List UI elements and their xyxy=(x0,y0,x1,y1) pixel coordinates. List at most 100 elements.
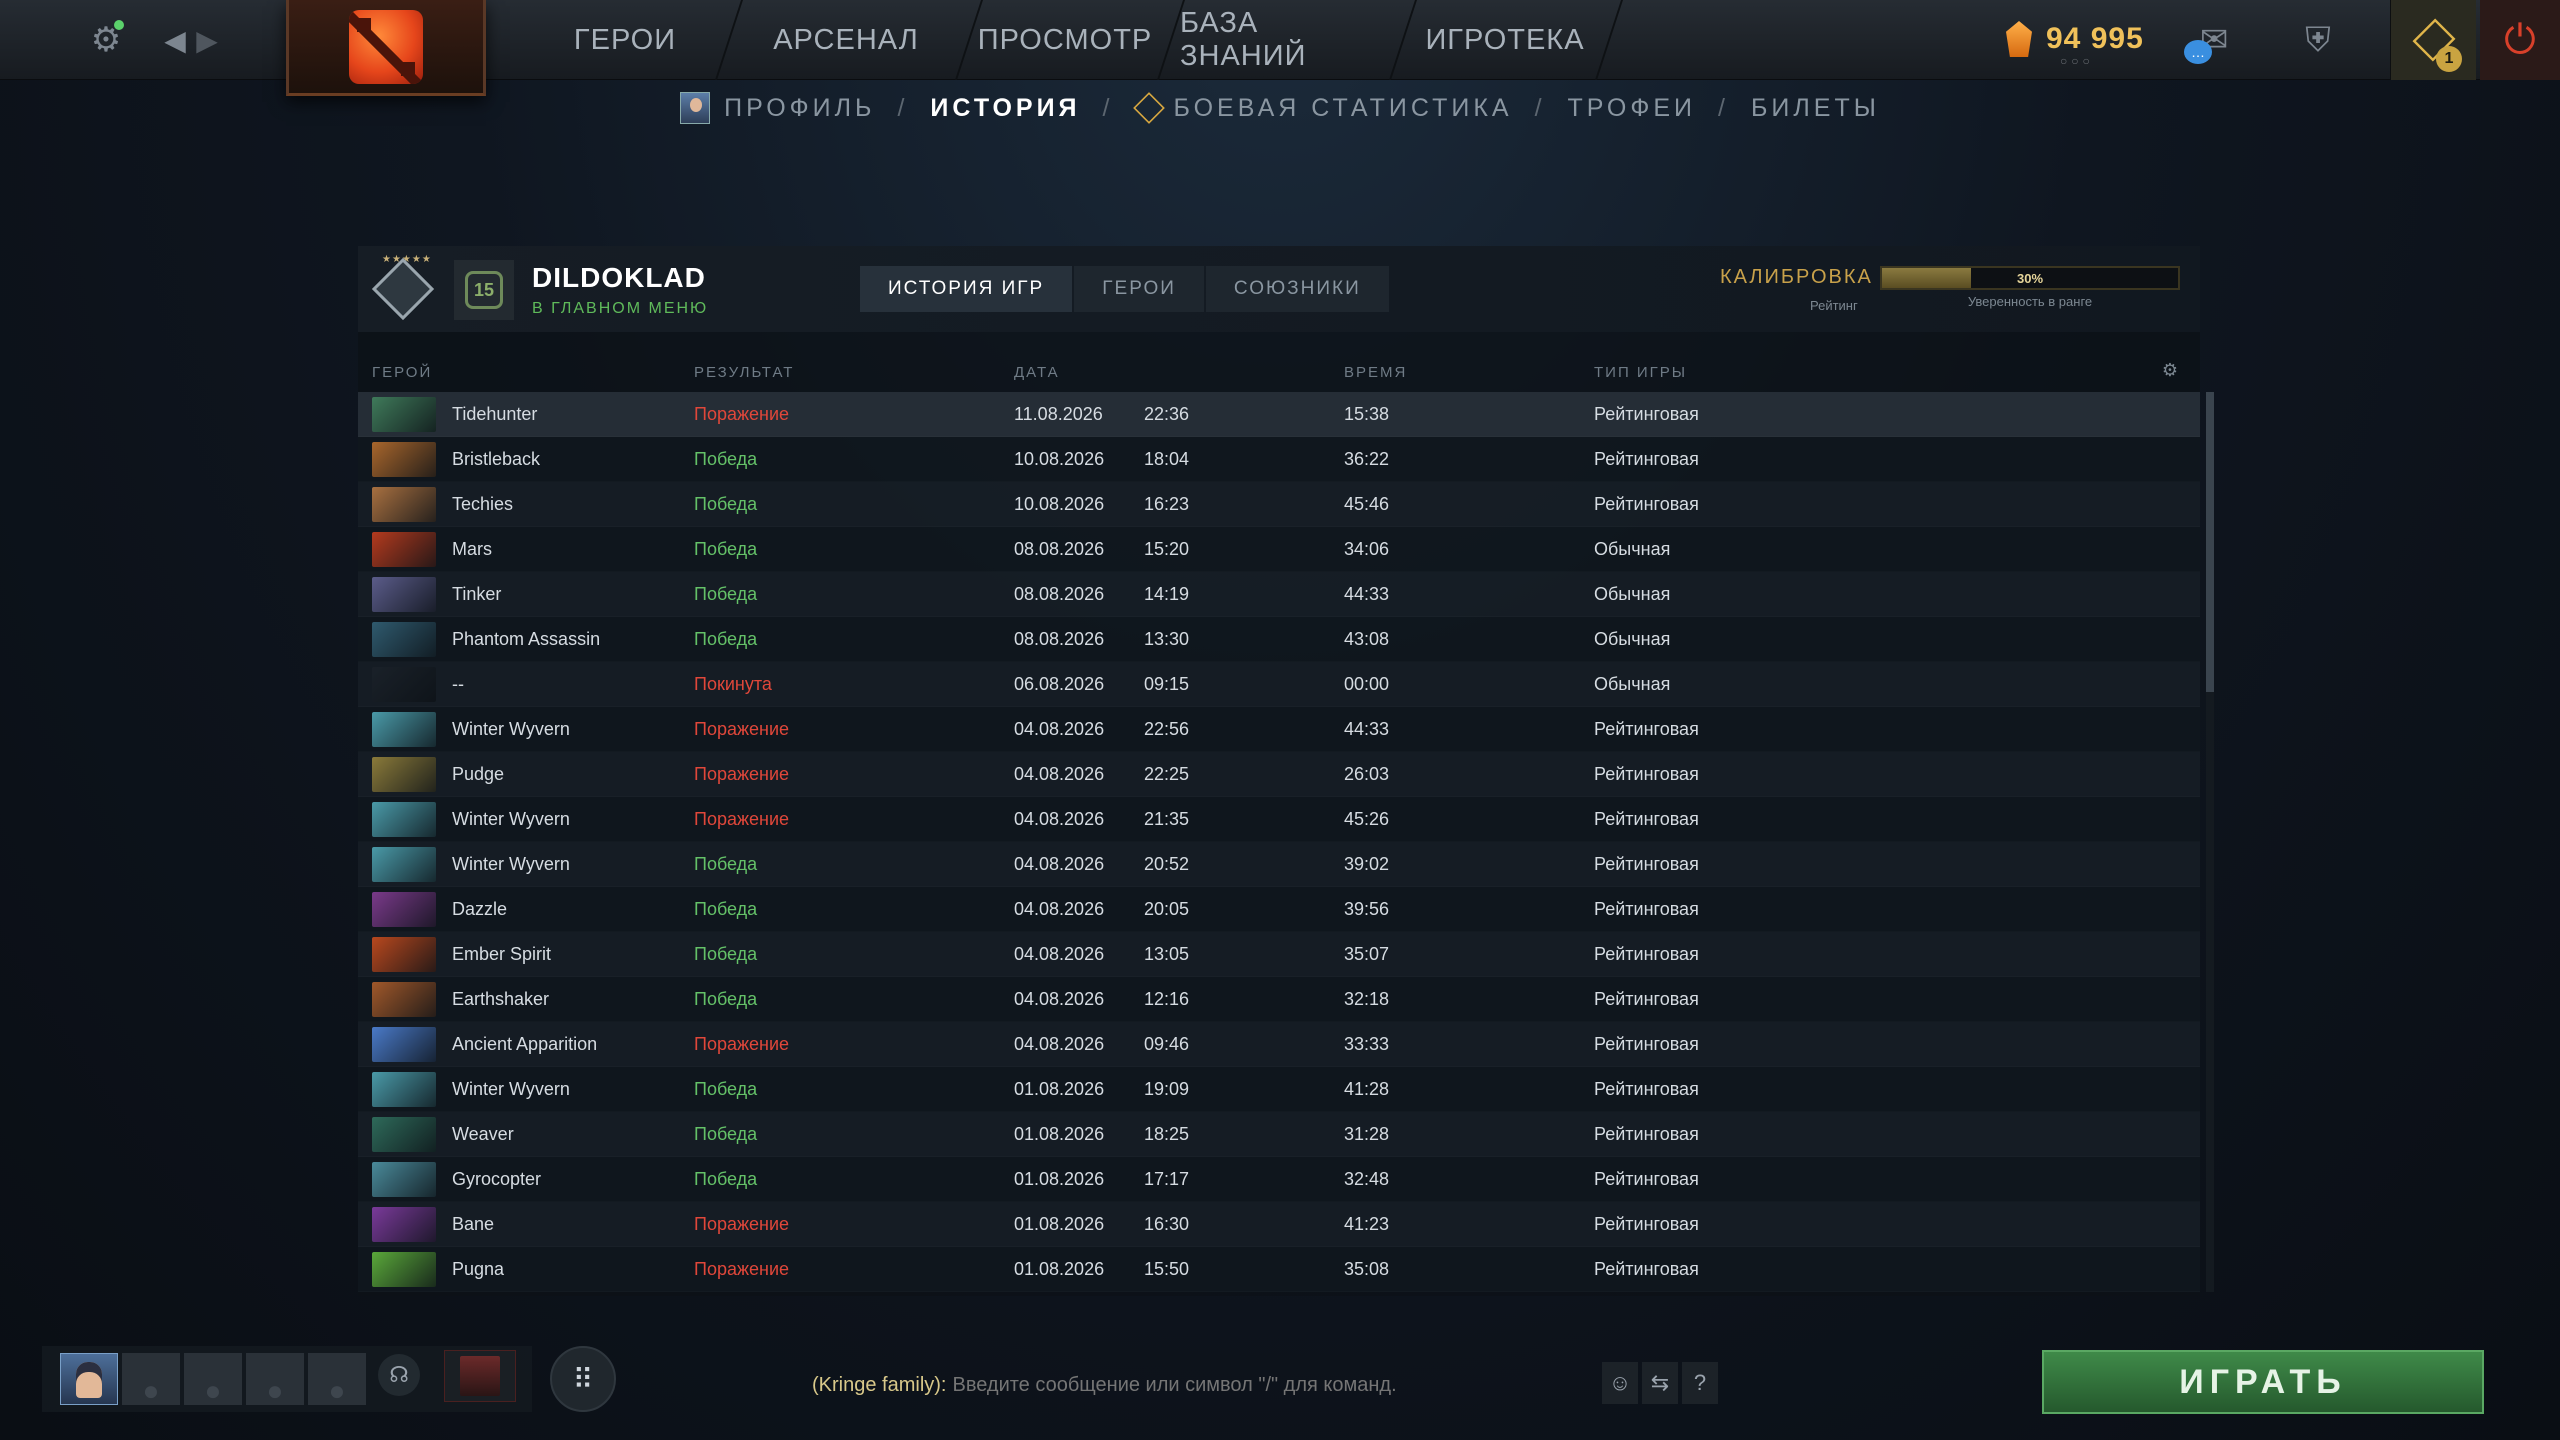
table-row[interactable]: Ancient Apparition Поражение 04.08.2026 09:… xyxy=(358,1022,2200,1067)
nav-arcade[interactable]: ИГРОТЕКА xyxy=(1412,0,1598,80)
nav-arsenal[interactable]: АРСЕНАЛ xyxy=(740,0,952,80)
subnav-tickets[interactable]: БИЛЕТЫ xyxy=(1751,94,1880,123)
table-row[interactable]: Pugna Поражение 01.08.2026 15:50 35:08 Рейтин… xyxy=(358,1247,2200,1292)
table-row[interactable]: Gyrocopter Победа 01.08.2026 17:17 32:48 Рейт… xyxy=(358,1157,2200,1202)
chat-channel-label[interactable]: (Kringe family): xyxy=(812,1374,946,1397)
hero-name: Gyrocopter xyxy=(452,1169,542,1189)
hero-portrait xyxy=(372,622,436,657)
player-name[interactable]: DILDOKLAD xyxy=(532,262,706,294)
table-settings-gear-icon[interactable]: ⚙ xyxy=(2162,360,2180,381)
help-icon[interactable]: ? xyxy=(1682,1362,1718,1404)
tab-heroes[interactable]: ГЕРОИ xyxy=(1074,266,1204,312)
header-game-type[interactable]: ТИП ИГРЫ xyxy=(1594,364,1687,381)
table-row[interactable]: Tinker Победа 08.08.2026 14:19 44:33 Обычная xyxy=(358,572,2200,617)
party-slot-empty[interactable]: ● xyxy=(246,1353,304,1405)
match-result: Победа xyxy=(694,1079,758,1099)
game-type: Рейтинговая xyxy=(1594,1079,1699,1099)
party-slot-empty[interactable]: ● xyxy=(184,1353,242,1405)
history-tabs: ИСТОРИЯ ИГР ГЕРОИ СОЮЗНИКИ xyxy=(860,266,1391,312)
table-row[interactable]: Dazzle Победа 04.08.2026 20:05 39:56 Рейтинго… xyxy=(358,887,2200,932)
hero-name: Dazzle xyxy=(452,899,508,919)
table-row[interactable]: Phantom Assassin Победа 08.08.2026 13:30 43:… xyxy=(358,617,2200,662)
table-row[interactable]: Bane Поражение 01.08.2026 16:30 41:23 Рейтинг… xyxy=(358,1202,2200,1247)
level-badge[interactable]: 15 xyxy=(454,260,514,320)
subnav-profile[interactable]: ПРОФИЛЬ xyxy=(680,92,875,124)
chat-input[interactable] xyxy=(952,1373,1603,1397)
scrollbar[interactable] xyxy=(2206,392,2214,1292)
hero-name: Tidehunter xyxy=(452,404,538,424)
table-row[interactable]: Earthshaker Победа 04.08.2026 12:16 32:18 Рей… xyxy=(358,977,2200,1022)
person-icon: ● xyxy=(328,1375,346,1406)
game-type: Рейтинговая xyxy=(1594,899,1699,919)
match-result: Поражение xyxy=(694,404,790,424)
match-start-time: 15:50 xyxy=(1144,1259,1190,1279)
scrollbar-thumb[interactable] xyxy=(2206,392,2214,692)
game-type: Обычная xyxy=(1594,674,1671,694)
header-duration[interactable]: ВРЕМЯ xyxy=(1344,364,1407,381)
table-row[interactable]: -- Покинута 06.08.2026 09:15 00:00 Обычная xyxy=(358,662,2200,707)
hero-name: Pugna xyxy=(452,1259,505,1279)
hero-portrait xyxy=(372,577,436,612)
tab-allies[interactable]: СОЮЗНИКИ xyxy=(1205,266,1389,312)
hero-portrait xyxy=(372,1072,436,1107)
emoji-icon[interactable]: ☺ xyxy=(1602,1362,1638,1404)
table-row[interactable]: Techies Победа 10.08.2026 16:23 45:46 Рейтинг… xyxy=(358,482,2200,527)
match-result: Поражение xyxy=(694,764,790,784)
rank-medal-icon[interactable]: ★★★★★ xyxy=(368,254,438,324)
header-result[interactable]: РЕЗУЛЬТАТ xyxy=(694,364,794,381)
settings-gear-icon[interactable]: ⚙ xyxy=(78,0,134,80)
game-type: Рейтинговая xyxy=(1594,494,1699,514)
quest-button[interactable]: 1 xyxy=(2390,0,2476,80)
subnav-history-label: ИСТОРИЯ xyxy=(930,93,1081,122)
person-icon: ● xyxy=(266,1375,284,1406)
header-hero[interactable]: ГЕРОЙ xyxy=(372,364,432,381)
hero-name: Ancient Apparition xyxy=(452,1034,598,1054)
nav-heroes[interactable]: ГЕРОИ xyxy=(540,0,710,80)
match-date: 04.08.2026 xyxy=(1014,719,1105,739)
table-row[interactable]: Winter Wyvern Поражение 04.08.2026 22:56 44:… xyxy=(358,707,2200,752)
match-duration: 32:18 xyxy=(1344,989,1390,1009)
chat-wheel-icon[interactable]: ⇆ xyxy=(1642,1362,1678,1404)
subnav-trophies[interactable]: ТРОФЕИ xyxy=(1568,94,1697,123)
forward-arrow-icon[interactable]: ▶ xyxy=(192,0,222,80)
chat-bubble-icon[interactable]: … xyxy=(2184,40,2212,64)
match-start-time: 09:15 xyxy=(1144,674,1190,694)
play-button[interactable]: ИГРАТЬ xyxy=(2042,1350,2484,1414)
table-row[interactable]: Tidehunter Поражение 11.08.2026 22:36 15:38 Р… xyxy=(358,392,2200,437)
match-duration: 15:38 xyxy=(1344,404,1390,424)
table-row[interactable]: Winter Wyvern Победа 01.08.2026 19:09 41:28 Р… xyxy=(358,1067,2200,1112)
match-date: 04.08.2026 xyxy=(1014,1034,1105,1054)
hero-name: Winter Wyvern xyxy=(452,809,570,829)
table-row[interactable]: Mars Победа 08.08.2026 15:20 34:06 Обычная xyxy=(358,527,2200,572)
header-date[interactable]: ДАТА xyxy=(1014,364,1060,381)
calibration-label: КАЛИБРОВКА xyxy=(1720,266,1873,288)
match-duration: 34:06 xyxy=(1344,539,1390,559)
table-row[interactable]: Weaver Победа 01.08.2026 18:25 31:28 Рейтинго… xyxy=(358,1112,2200,1157)
power-icon[interactable]: ⏻ xyxy=(2480,0,2560,80)
match-duration: 31:28 xyxy=(1344,1124,1390,1144)
table-row[interactable]: Winter Wyvern Поражение 04.08.2026 21:35 45:… xyxy=(358,797,2200,842)
match-date: 01.08.2026 xyxy=(1014,1124,1105,1144)
table-row[interactable]: Ember Spirit Победа 04.08.2026 13:05 35:07 Ре… xyxy=(358,932,2200,977)
hero-name: Winter Wyvern xyxy=(452,1079,570,1099)
nav-watch[interactable]: ПРОСМОТР xyxy=(978,0,1152,80)
shards-display[interactable]: 94 995 ○○○ xyxy=(2006,14,2144,68)
table-row[interactable]: Bristleback Победа 10.08.2026 18:04 36:22 Рей… xyxy=(358,437,2200,482)
back-arrow-icon[interactable]: ◀ xyxy=(160,0,190,80)
tab-match-history[interactable]: ИСТОРИЯ ИГР xyxy=(860,266,1073,312)
shield-icon[interactable]: ⛨ xyxy=(2290,0,2346,80)
match-duration: 41:23 xyxy=(1344,1214,1390,1234)
event-portrait-button[interactable] xyxy=(444,1350,516,1402)
nav-knowledge-base[interactable]: БАЗА ЗНАНИЙ xyxy=(1180,0,1390,80)
groups-icon[interactable]: ⠿ xyxy=(550,1346,616,1412)
table-row[interactable]: Winter Wyvern Победа 04.08.2026 20:52 39:02 Р… xyxy=(358,842,2200,887)
party-slot-empty[interactable]: ● xyxy=(122,1353,180,1405)
table-row[interactable]: Pudge Поражение 04.08.2026 22:25 26:03 Рейтин… xyxy=(358,752,2200,797)
party-slot-empty[interactable]: ● xyxy=(308,1353,366,1405)
headset-icon[interactable]: ☊ xyxy=(378,1354,420,1396)
party-slot-self[interactable] xyxy=(60,1353,118,1405)
subnav-history[interactable]: ИСТОРИЯ xyxy=(930,94,1080,123)
hero-portrait xyxy=(372,442,436,477)
subnav-battle-stats[interactable]: БОЕВАЯ СТАТИСТИКА xyxy=(1133,92,1512,124)
game-type: Рейтинговая xyxy=(1594,809,1699,829)
